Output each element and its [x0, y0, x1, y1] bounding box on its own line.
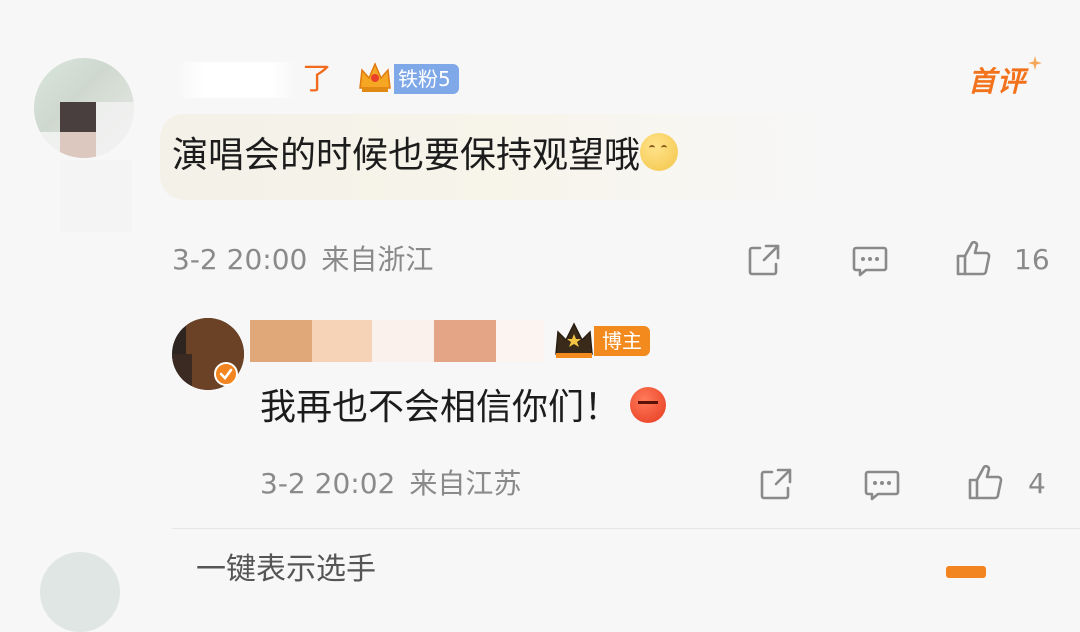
reply-meta: 3-2 20:02 来自江苏	[260, 464, 521, 504]
blogger-badge: 博主	[594, 326, 650, 356]
comment-text-content: 演唱会的时候也要保持观望哦	[172, 135, 641, 176]
next-commenter-avatar[interactable]	[40, 552, 120, 632]
divider	[172, 528, 1080, 529]
commenter-avatar[interactable]	[34, 58, 134, 158]
angry-emoji	[630, 387, 667, 423]
badge-icon	[946, 566, 986, 578]
reply-location: 来自江苏	[409, 467, 522, 500]
next-commenter-name[interactable]: 一键表示选手	[196, 550, 376, 590]
first-comment-tag: 首评	[968, 65, 1027, 98]
reply-text-content: 我再也不会相信你们！	[260, 387, 621, 428]
blogger-name-redacted[interactable]	[244, 320, 544, 362]
comment-icon[interactable]	[862, 464, 902, 504]
like-count: 16	[1014, 243, 1050, 276]
verified-badge-icon	[214, 362, 238, 386]
reply-date: 3-2 20:02	[260, 467, 396, 500]
share-icon[interactable]	[756, 464, 796, 504]
comment-date: 3-2 20:00	[172, 243, 308, 276]
comment-text[interactable]: 演唱会的时候也要保持观望哦	[172, 132, 679, 180]
comment-icon[interactable]	[850, 240, 890, 280]
thinking-emoji	[640, 133, 679, 171]
comment-meta: 3-2 20:00 来自浙江	[172, 240, 433, 280]
fan-level-badge[interactable]: 铁粉5	[394, 64, 459, 94]
share-icon[interactable]	[744, 240, 784, 280]
commenter-name-redacted[interactable]	[176, 62, 296, 98]
like-count: 4	[1028, 467, 1046, 500]
sparkle-icon	[1028, 56, 1042, 70]
thumbs-up-icon[interactable]	[954, 238, 994, 278]
commenter-name-suffix[interactable]: 了	[302, 60, 332, 100]
reply-text[interactable]: 我再也不会相信你们！	[260, 384, 667, 432]
comment-location: 来自浙江	[321, 243, 434, 276]
thumbs-up-icon[interactable]	[966, 462, 1006, 502]
crown-icon	[359, 62, 391, 92]
blurred-avatar-block	[60, 160, 132, 232]
crown-icon	[555, 322, 593, 358]
